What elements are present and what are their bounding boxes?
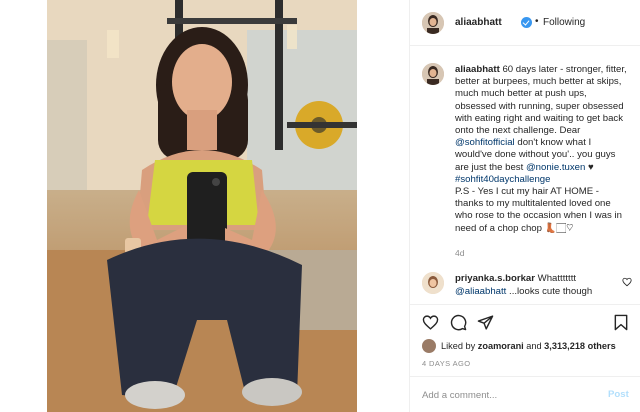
post-caption: aliaabhatt 60 days later - stronger, fit… bbox=[455, 64, 627, 235]
verified-badge-icon bbox=[521, 17, 532, 28]
comment-text-2: ...looks cute though bbox=[506, 285, 593, 297]
heart-icon[interactable] bbox=[422, 314, 439, 331]
share-icon[interactable] bbox=[477, 314, 494, 331]
caption-mention-sohfitofficial[interactable]: @sohfitofficial bbox=[455, 137, 515, 148]
caption-hashtag[interactable]: #sohfit40daychallenge bbox=[455, 174, 550, 185]
post-sidebar: aliaabhatt • Following aliaabhatt 60 day… bbox=[409, 0, 640, 412]
liker-avatar[interactable] bbox=[422, 339, 436, 353]
bookmark-icon[interactable] bbox=[613, 314, 629, 331]
author-username[interactable]: aliaabhatt bbox=[455, 17, 502, 28]
instagram-post-modal: aliaabhatt • Following aliaabhatt 60 day… bbox=[0, 0, 640, 412]
caption-username[interactable]: aliaabhatt bbox=[455, 64, 500, 75]
comment-like-heart-icon[interactable] bbox=[622, 277, 632, 287]
post-photo[interactable] bbox=[47, 0, 357, 412]
caption-avatar-image bbox=[422, 63, 444, 85]
post-photo-illustration bbox=[47, 0, 357, 412]
header-separator: • bbox=[535, 16, 539, 27]
caption-text-4: P.S - Yes I cut my hair AT HOME - thanks… bbox=[455, 186, 622, 234]
commenter-avatar-image bbox=[422, 272, 444, 294]
post-header: aliaabhatt • Following bbox=[410, 0, 640, 46]
likes-user-link[interactable]: zoamorani bbox=[478, 341, 524, 351]
likes-prefix: Liked by bbox=[441, 341, 478, 351]
post-actions: Liked by zoamorani and 3,313,218 others … bbox=[410, 304, 640, 384]
likes-mid: and bbox=[523, 341, 545, 351]
caption-text-3: ♥ bbox=[585, 161, 594, 173]
commenter-avatar[interactable] bbox=[422, 272, 444, 294]
post-comment-button[interactable]: Post bbox=[608, 389, 629, 400]
likes-count-link[interactable]: 3,313,218 others bbox=[544, 341, 616, 351]
likes-summary: Liked by zoamorani and 3,313,218 others bbox=[441, 341, 616, 351]
comment-text-1: Whattttttt bbox=[535, 273, 577, 284]
add-comment-input[interactable] bbox=[422, 388, 602, 402]
author-avatar-image bbox=[422, 12, 444, 34]
add-comment-bar: Post bbox=[410, 376, 640, 412]
caption-avatar[interactable] bbox=[422, 63, 444, 85]
comment-mention[interactable]: @aliaabhatt bbox=[455, 286, 506, 297]
caption-mention-nonie[interactable]: @nonie.tuxen bbox=[526, 162, 585, 173]
post-timestamp[interactable]: 4 DAYS AGO bbox=[422, 359, 470, 368]
caption-timestamp[interactable]: 4d bbox=[455, 248, 464, 258]
comment-icon[interactable] bbox=[450, 314, 467, 331]
comment-item: priyanka.s.borkar Whattttttt @aliaabhatt… bbox=[455, 273, 615, 298]
comment-username[interactable]: priyanka.s.borkar bbox=[455, 273, 535, 284]
author-avatar[interactable] bbox=[422, 12, 444, 34]
following-button[interactable]: Following bbox=[543, 17, 585, 28]
comments-section: aliaabhatt 60 days later - stronger, fit… bbox=[410, 47, 640, 304]
